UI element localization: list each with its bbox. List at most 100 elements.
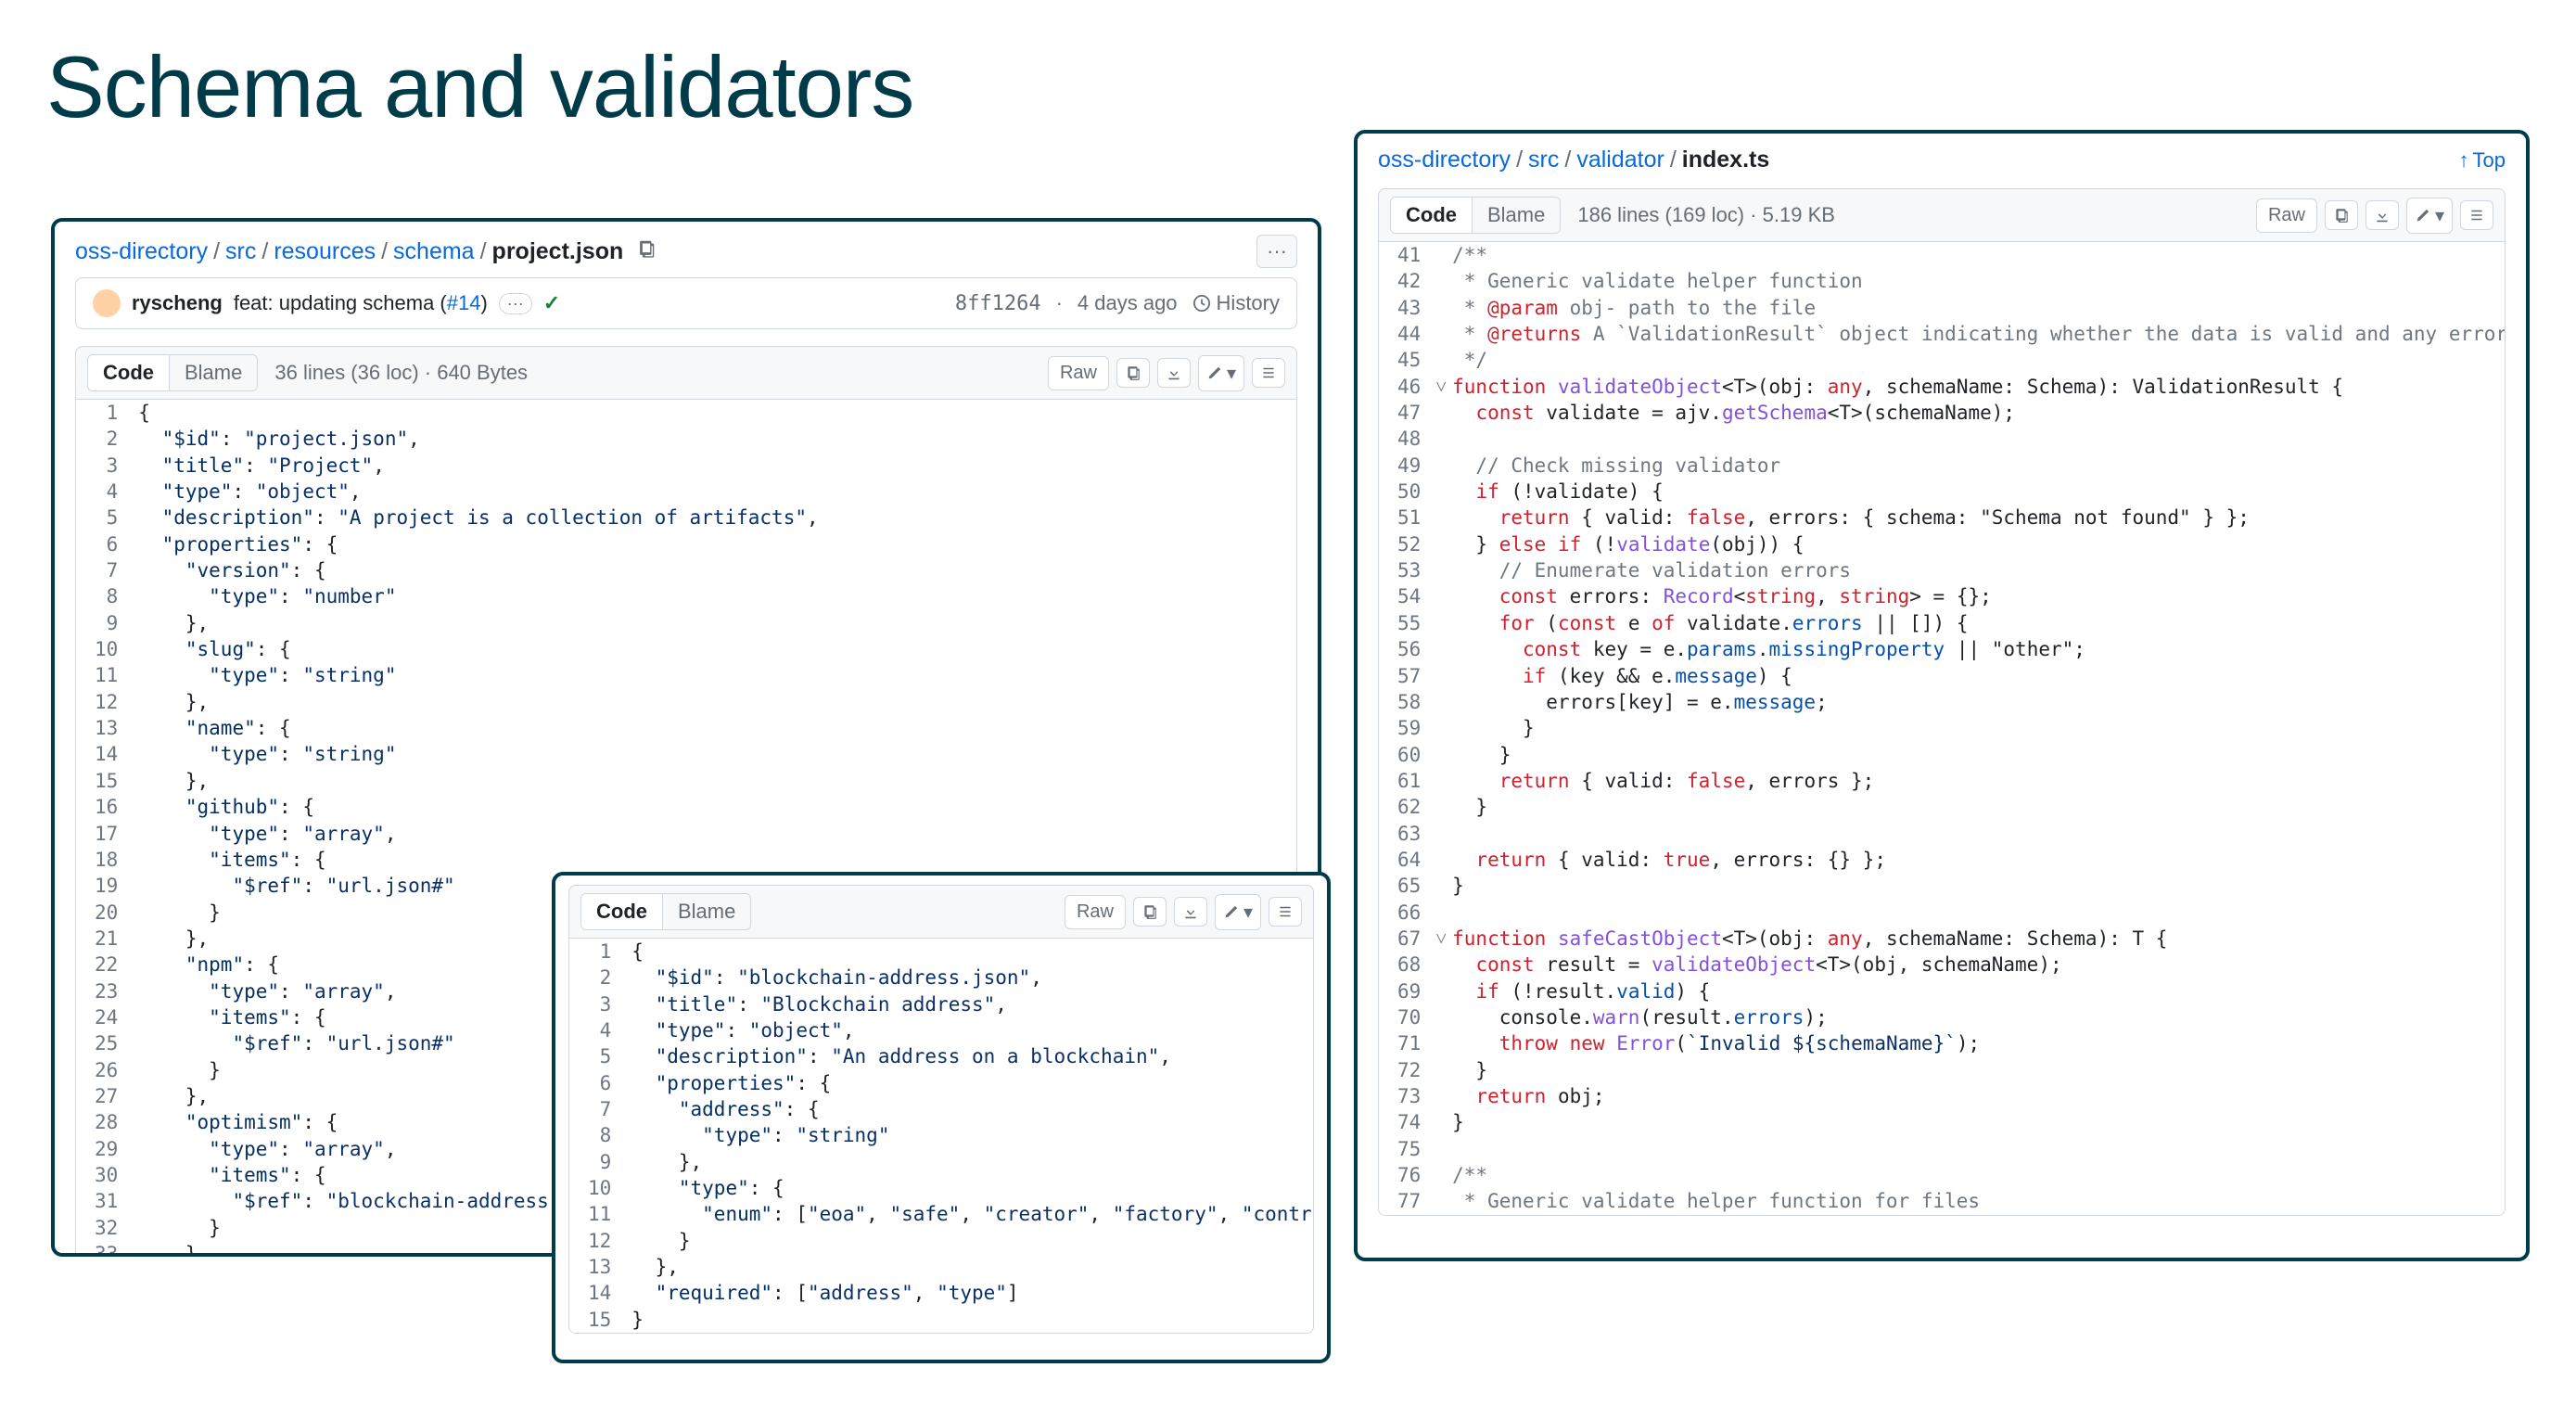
line-number[interactable]: 57 <box>1379 663 1435 689</box>
line-number[interactable]: 26 <box>76 1057 133 1083</box>
line-number[interactable]: 76 <box>1379 1162 1435 1188</box>
line-number[interactable]: 58 <box>1379 689 1435 715</box>
raw-button[interactable]: Raw <box>1065 895 1126 929</box>
line-number[interactable]: 9 <box>76 610 133 636</box>
line-number[interactable]: 10 <box>569 1175 626 1201</box>
line-number[interactable]: 50 <box>1379 479 1435 505</box>
line-number[interactable]: 4 <box>76 479 133 505</box>
symbols-button[interactable] <box>1269 897 1302 927</box>
line-number[interactable]: 31 <box>76 1188 133 1214</box>
line-number[interactable]: 29 <box>76 1136 133 1162</box>
line-number[interactable]: 67 <box>1379 926 1435 952</box>
line-number[interactable]: 73 <box>1379 1083 1435 1109</box>
edit-button[interactable]: ▾ <box>1198 355 1244 391</box>
line-number[interactable]: 27 <box>76 1083 133 1109</box>
line-number[interactable]: 4 <box>569 1017 626 1043</box>
line-number[interactable]: 62 <box>1379 794 1435 820</box>
line-number[interactable]: 43 <box>1379 295 1435 321</box>
line-number[interactable]: 1 <box>76 400 133 426</box>
line-number[interactable]: 56 <box>1379 636 1435 662</box>
line-number[interactable]: 10 <box>76 636 133 662</box>
line-number[interactable]: 5 <box>569 1043 626 1069</box>
tab-code[interactable]: Code <box>88 355 169 390</box>
edit-button[interactable]: ▾ <box>1215 894 1261 930</box>
line-number[interactable]: 54 <box>1379 583 1435 609</box>
line-number[interactable]: 55 <box>1379 610 1435 636</box>
line-number[interactable]: 72 <box>1379 1057 1435 1083</box>
crumb-resources[interactable]: resources <box>274 238 376 265</box>
copy-path-icon[interactable] <box>627 238 657 264</box>
edit-button[interactable]: ▾ <box>2406 198 2453 234</box>
line-number[interactable]: 14 <box>569 1280 626 1306</box>
tab-blame[interactable]: Blame <box>1472 198 1560 233</box>
crumb-validator[interactable]: validator <box>1576 147 1664 173</box>
download-button[interactable] <box>1157 358 1191 388</box>
code-area[interactable]: 1{2 "$id": "blockchain-address.json",3 "… <box>568 939 1314 1334</box>
commit-message[interactable]: feat: updating schema (#14) <box>234 291 488 315</box>
line-number[interactable]: 9 <box>569 1149 626 1175</box>
jump-to-top[interactable]: ↑ Top <box>2459 148 2506 173</box>
line-number[interactable]: 11 <box>76 662 133 688</box>
line-number[interactable]: 14 <box>76 741 133 767</box>
line-number[interactable]: 32 <box>76 1215 133 1241</box>
line-number[interactable]: 2 <box>76 426 133 452</box>
crumb-repo[interactable]: oss-directory <box>75 238 208 265</box>
line-number[interactable]: 8 <box>76 583 133 609</box>
line-number[interactable]: 20 <box>76 900 133 926</box>
line-number[interactable]: 8 <box>569 1122 626 1148</box>
line-number[interactable]: 6 <box>76 531 133 557</box>
line-number[interactable]: 3 <box>569 991 626 1017</box>
symbols-button[interactable] <box>1252 358 1285 388</box>
line-number[interactable]: 11 <box>569 1201 626 1227</box>
line-number[interactable]: 28 <box>76 1109 133 1135</box>
ci-check-icon[interactable]: ✓ <box>543 291 560 315</box>
line-number[interactable]: 48 <box>1379 426 1435 452</box>
copy-button[interactable] <box>1116 358 1150 388</box>
crumb-src[interactable]: src <box>1528 147 1559 173</box>
line-number[interactable]: 51 <box>1379 505 1435 530</box>
line-number[interactable]: 12 <box>569 1228 626 1254</box>
copy-button[interactable] <box>2325 200 2358 230</box>
more-actions-button[interactable]: ··· <box>1256 235 1297 268</box>
line-number[interactable]: 42 <box>1379 268 1435 294</box>
download-button[interactable] <box>1174 897 1207 927</box>
line-number[interactable]: 46 <box>1379 374 1435 400</box>
line-number[interactable]: 23 <box>76 978 133 1004</box>
line-number[interactable]: 33 <box>76 1241 133 1257</box>
crumb-src[interactable]: src <box>225 238 256 265</box>
tab-blame[interactable]: Blame <box>169 355 257 390</box>
line-number[interactable]: 71 <box>1379 1030 1435 1056</box>
line-number[interactable]: 64 <box>1379 847 1435 873</box>
line-number[interactable]: 21 <box>76 926 133 952</box>
symbols-button[interactable] <box>2460 200 2493 230</box>
line-number[interactable]: 44 <box>1379 321 1435 347</box>
avatar[interactable] <box>93 289 121 317</box>
line-number[interactable]: 22 <box>76 952 133 978</box>
line-number[interactable]: 47 <box>1379 400 1435 426</box>
line-number[interactable]: 30 <box>76 1162 133 1188</box>
line-number[interactable]: 69 <box>1379 978 1435 1004</box>
line-number[interactable]: 53 <box>1379 557 1435 583</box>
line-number[interactable]: 13 <box>569 1254 626 1280</box>
download-button[interactable] <box>2366 200 2399 230</box>
line-number[interactable]: 74 <box>1379 1109 1435 1135</box>
commit-pr-link[interactable]: #14 <box>447 291 481 314</box>
line-number[interactable]: 77 <box>1379 1188 1435 1214</box>
line-number[interactable]: 59 <box>1379 715 1435 741</box>
line-number[interactable]: 7 <box>569 1096 626 1122</box>
crumb-schema[interactable]: schema <box>393 238 475 265</box>
line-number[interactable]: 68 <box>1379 952 1435 978</box>
line-number[interactable]: 7 <box>76 557 133 583</box>
line-number[interactable]: 16 <box>76 794 133 820</box>
commit-author[interactable]: ryscheng <box>132 291 223 315</box>
line-number[interactable]: 1 <box>569 939 626 965</box>
copy-button[interactable] <box>1133 897 1167 927</box>
line-number[interactable]: 19 <box>76 873 133 899</box>
line-number[interactable]: 17 <box>76 821 133 847</box>
line-number[interactable]: 5 <box>76 505 133 530</box>
line-number[interactable]: 63 <box>1379 821 1435 847</box>
line-number[interactable]: 52 <box>1379 531 1435 557</box>
line-number[interactable]: 45 <box>1379 347 1435 373</box>
line-number[interactable]: 65 <box>1379 873 1435 899</box>
line-number[interactable]: 49 <box>1379 453 1435 479</box>
